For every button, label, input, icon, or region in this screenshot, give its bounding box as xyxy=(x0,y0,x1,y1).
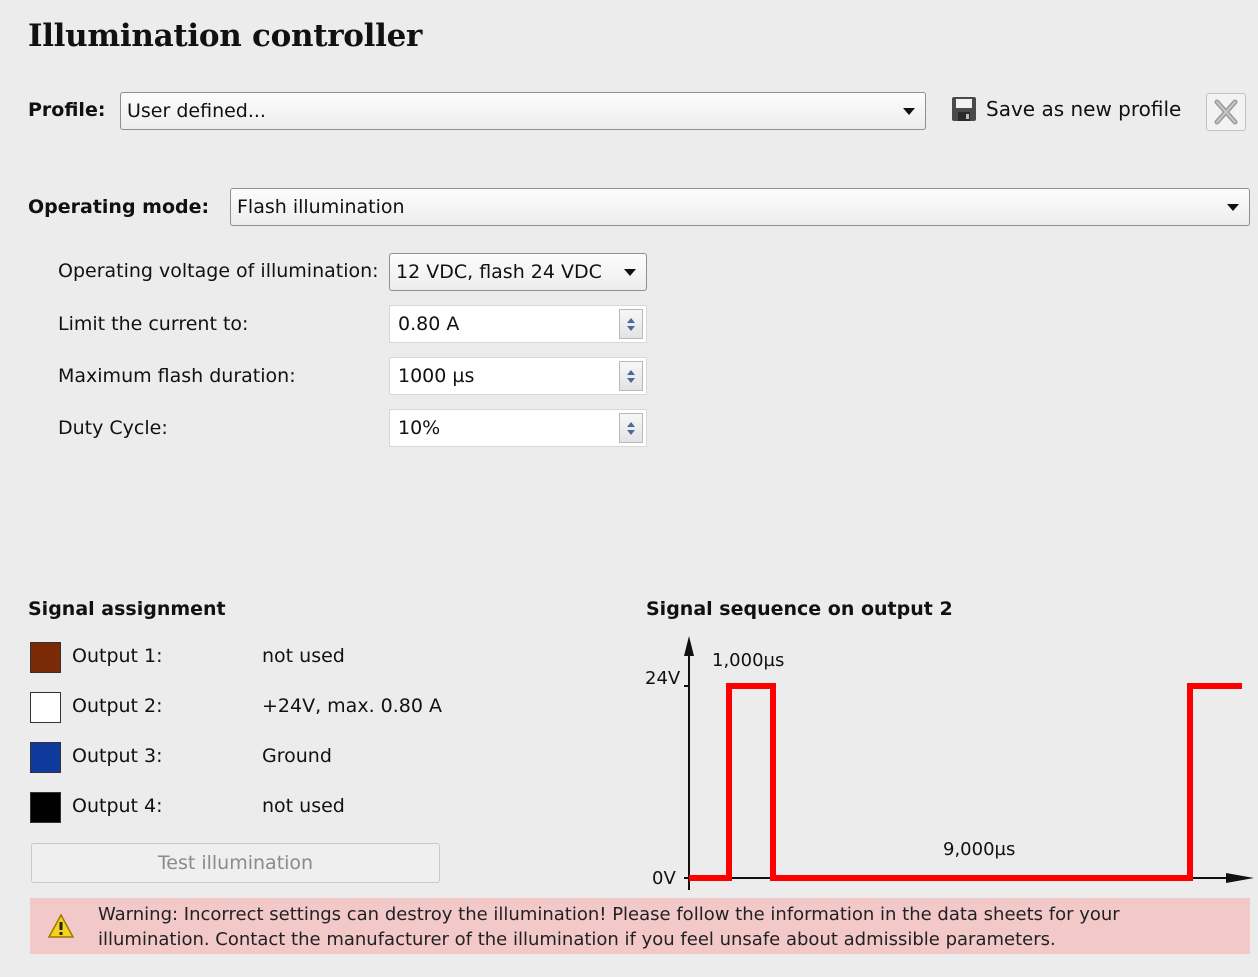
off-duration-label: 9,000µs xyxy=(943,839,1016,860)
y-high-label: 24V xyxy=(645,668,681,689)
save-icon xyxy=(952,97,976,121)
output-2-swatch xyxy=(30,692,61,723)
flash-duration-label: Maximum flash duration: xyxy=(58,365,296,387)
x-axis-arrow-icon xyxy=(1226,873,1254,883)
chevron-down-icon xyxy=(1227,203,1239,211)
stepper-arrows-icon[interactable] xyxy=(619,413,643,443)
test-illumination-button[interactable]: Test illumination xyxy=(31,843,440,883)
output-2-value: +24V, max. 0.80 A xyxy=(262,695,442,717)
warning-text-line1: Warning: Incorrect settings can destroy … xyxy=(98,904,1120,925)
operating-mode-value: Flash illumination xyxy=(237,196,405,218)
y-axis-arrow-icon xyxy=(684,636,694,656)
output-3-value: Ground xyxy=(262,745,332,767)
duty-cycle-value: 10% xyxy=(398,417,441,439)
chevron-down-icon xyxy=(624,268,636,276)
duty-cycle-stepper[interactable]: 10% xyxy=(389,409,647,447)
flash-duration-stepper[interactable]: 1000 µs xyxy=(389,357,647,395)
on-duration-label: 1,000µs xyxy=(712,650,785,671)
output-2-label: Output 2: xyxy=(72,695,163,717)
duty-cycle-label: Duty Cycle: xyxy=(58,417,168,439)
y-low-label: 0V xyxy=(652,868,676,889)
save-as-new-profile-label: Save as new profile xyxy=(986,97,1182,121)
profile-label: Profile: xyxy=(28,99,106,121)
stepper-arrows-icon[interactable] xyxy=(619,309,643,339)
stepper-arrows-icon[interactable] xyxy=(619,361,643,391)
operating-mode-select[interactable]: Flash illumination xyxy=(230,188,1250,226)
output-4-label: Output 4: xyxy=(72,795,163,817)
output-3-swatch xyxy=(30,742,61,773)
output-3-label: Output 3: xyxy=(72,745,163,767)
page-title: Illumination controller xyxy=(28,18,423,54)
operating-mode-label: Operating mode: xyxy=(28,196,210,218)
signal-sequence-title: Signal sequence on output 2 xyxy=(646,598,953,620)
output-1-value: not used xyxy=(262,645,345,667)
flash-duration-value: 1000 µs xyxy=(398,365,475,387)
voltage-select[interactable]: 12 VDC, flash 24 VDC xyxy=(389,253,647,291)
warning-text-line2: illumination. Contact the manufacturer o… xyxy=(98,929,1056,950)
voltage-label: Operating voltage of illumination: xyxy=(58,260,379,282)
warning-icon xyxy=(48,914,74,938)
save-as-new-profile-button[interactable]: Save as new profile xyxy=(950,95,1181,123)
output-1-label: Output 1: xyxy=(72,645,163,667)
output-4-value: not used xyxy=(262,795,345,817)
output-4-swatch xyxy=(30,792,61,823)
current-limit-value: 0.80 A xyxy=(398,313,460,335)
delete-profile-button[interactable] xyxy=(1206,93,1246,131)
current-limit-stepper[interactable]: 0.80 A xyxy=(389,305,647,343)
signal-assignment-title: Signal assignment xyxy=(28,598,226,620)
warning-banner: Warning: Incorrect settings can destroy … xyxy=(30,898,1250,954)
close-icon xyxy=(1214,99,1238,125)
chevron-down-icon xyxy=(903,107,915,115)
voltage-value: 12 VDC, flash 24 VDC xyxy=(396,261,602,283)
profile-value: User defined... xyxy=(127,100,266,122)
current-limit-label: Limit the current to: xyxy=(58,313,249,335)
profile-select[interactable]: User defined... xyxy=(120,92,926,130)
output-1-swatch xyxy=(30,642,61,673)
